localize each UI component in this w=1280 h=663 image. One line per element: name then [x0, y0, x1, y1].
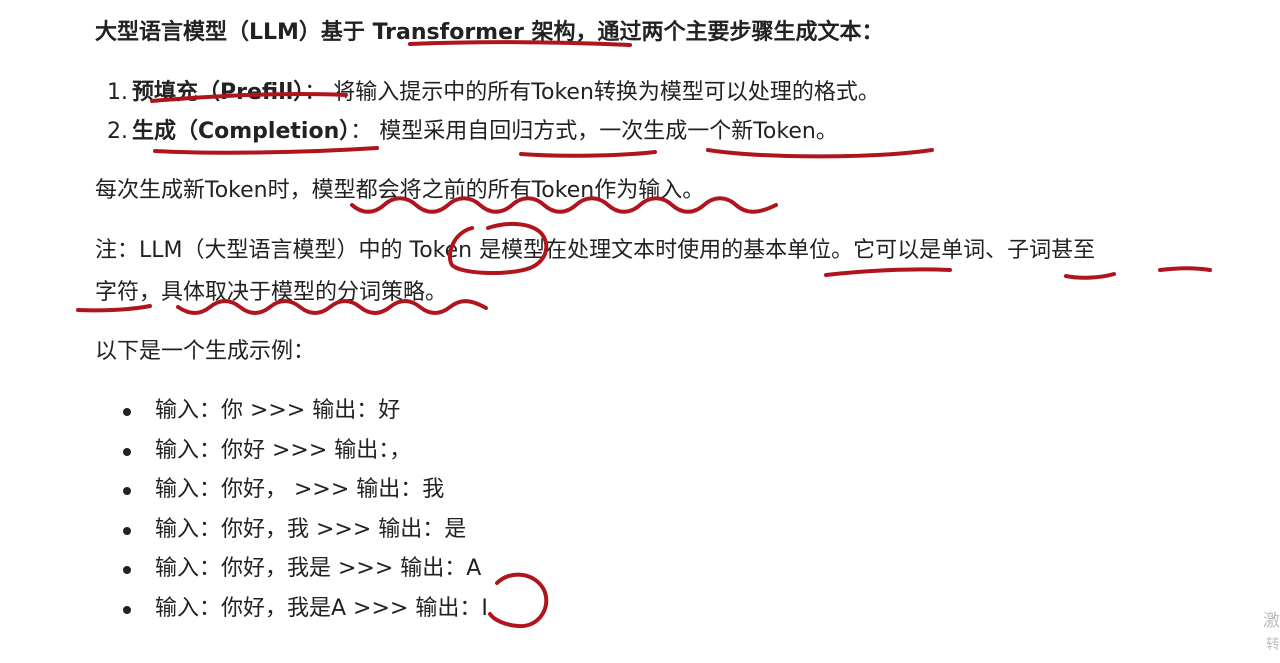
bullet-icon [123, 487, 131, 495]
underline-completion [153, 146, 379, 155]
list-item: 输入：你好，我 >>> 输出：是 [155, 517, 467, 542]
step-2: 2. 生成（Completion）： 模型采用自回归方式，一次生成一个新Token… [98, 117, 838, 147]
step-1-term: 预填充（Prefill） [132, 80, 305, 105]
step-1-desc: ： 将输入提示中的所有Token转换为模型可以处理的格式。 [304, 80, 880, 105]
note-line-1: 注：LLM（大型语言模型）中的 Token 是模型在处理文本时使用的基本单位。它… [95, 238, 1096, 263]
bullet-icon [123, 408, 131, 416]
step-1-number: 1. [107, 80, 128, 105]
side-glyph-1: 激 [1263, 611, 1280, 631]
note-line-2: 字符，具体取决于模型的分词策略。 [95, 280, 448, 305]
bullet-icon [123, 448, 131, 456]
underline-one-new-token [706, 148, 934, 159]
list-item: 输入：你好，我是 >>> 输出：A [155, 556, 482, 581]
hook-output-a [488, 572, 549, 629]
bullet-icon [123, 527, 131, 535]
intro-transformer: Transformer 架构 [372, 20, 576, 45]
side-glyph-2: 转 [1266, 637, 1280, 653]
underline-autoregressive [519, 150, 657, 158]
example-heading: 以下是一个生成示例： [95, 339, 316, 364]
list-item: 输入：你好，我是A >>> 输出：I [155, 596, 488, 621]
list-item: 输入：你好 >>> 输出：， [155, 438, 412, 463]
underline-basic-unit [824, 267, 952, 277]
bullet-icon [123, 566, 131, 574]
intro-part3: ，通过两个主要步骤生成文本： [575, 20, 884, 45]
list-item: 输入：你好， >>> 输出：我 [155, 477, 445, 502]
list-item: 输入：你 >>> 输出：好 [155, 398, 401, 423]
step-2-number: 2. [107, 119, 128, 144]
each-time-paragraph: 每次生成新Token时，模型都会将之前的所有Token作为输入。 [95, 178, 705, 203]
bullet-icon [123, 606, 131, 614]
underline-subword [1158, 266, 1212, 272]
underline-word [1064, 272, 1116, 280]
step-2-term: 生成（Completion） [132, 119, 351, 144]
step-1: 1. 预填充（Prefill）： 将输入提示中的所有Token转换为模型可以处理的… [98, 78, 880, 108]
intro-line: 大型语言模型（LLM）基于 Transformer 架构，通过两个主要步骤生成文… [95, 18, 884, 48]
intro-part1: 大型语言模型（LLM）基于 [95, 20, 373, 45]
step-2-desc: ： 模型采用自回归方式，一次生成一个新Token。 [350, 119, 838, 144]
